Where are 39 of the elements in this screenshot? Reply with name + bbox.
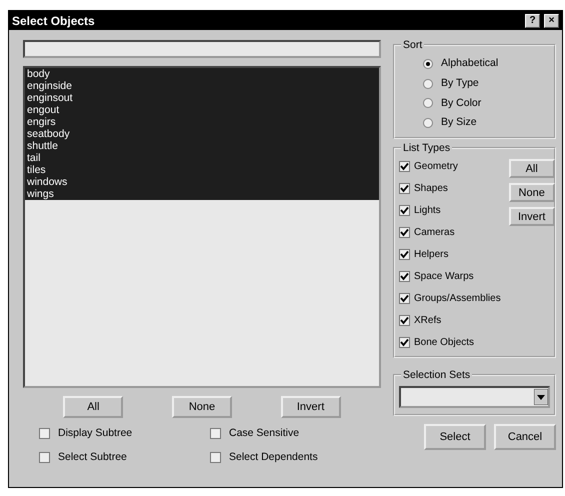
option-label: Select Subtree	[58, 450, 127, 465]
list-item[interactable]: engout	[25, 104, 379, 116]
checkbox-label: Geometry	[414, 160, 458, 174]
list-item[interactable]: shuttle	[25, 140, 379, 152]
list-item[interactable]: wings	[25, 188, 379, 200]
list-item[interactable]: tail	[25, 152, 379, 164]
window-title: Select Objects	[12, 12, 95, 30]
list-types-button[interactable]: All	[508, 159, 555, 178]
dialog-button[interactable]: Select	[424, 424, 486, 450]
list-item[interactable]: enginside	[25, 80, 379, 92]
list-button[interactable]: All	[63, 396, 124, 418]
checkbox-label: Bone Objects	[414, 336, 474, 350]
option-label: Case Sensitive	[229, 426, 300, 441]
list-types-button[interactable]: None	[508, 183, 555, 202]
close-button[interactable]: ×	[544, 14, 559, 28]
list-button[interactable]: None	[172, 396, 232, 418]
help-button[interactable]: ?	[525, 14, 540, 28]
checkbox-label: Groups/Assemblies	[414, 292, 501, 306]
list-item[interactable]: enginsout	[25, 92, 379, 104]
dialog-button[interactable]: Cancel	[494, 424, 556, 450]
list-item[interactable]: engirs	[25, 116, 379, 128]
checkbox-label: Helpers	[414, 248, 448, 262]
checkbox-label: Shapes	[414, 182, 448, 196]
checkbox-label: Lights	[414, 204, 441, 218]
list-button[interactable]: Invert	[280, 396, 341, 418]
list-item[interactable]: windows	[25, 176, 379, 188]
radio-label: By Color	[441, 96, 482, 110]
radio-label: By Size	[441, 115, 477, 130]
list-item[interactable]: seatbody	[25, 128, 379, 140]
option-label: Display Subtree	[58, 426, 132, 441]
list-item[interactable]: tiles	[25, 164, 379, 176]
list-types-button[interactable]: Invert	[508, 207, 555, 226]
option-label: Select Dependents	[229, 450, 318, 465]
checkbox-label: Cameras	[414, 226, 455, 240]
list-item[interactable]: body	[25, 68, 379, 80]
checkbox-label: XRefs	[414, 314, 442, 328]
radio-label: By Type	[441, 76, 479, 91]
checkbox-label: Space Warps	[414, 270, 474, 284]
radio-label: Alphabetical	[441, 56, 498, 71]
